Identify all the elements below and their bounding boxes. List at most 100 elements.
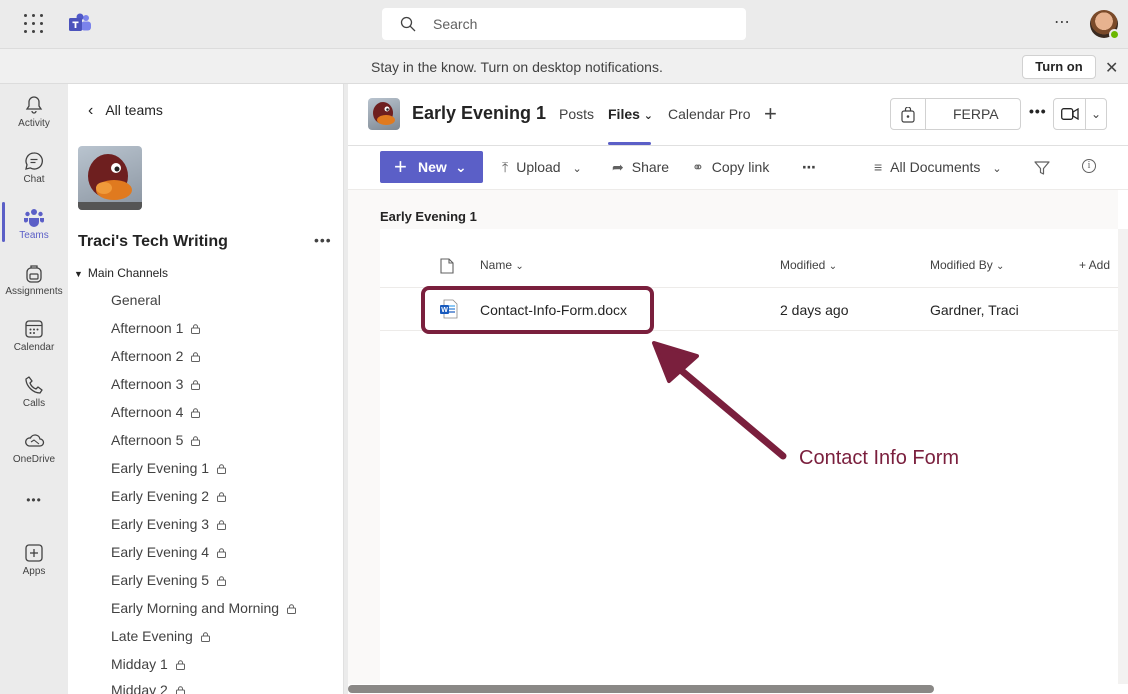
- share-icon: ➦: [612, 159, 624, 175]
- rail-item-activity[interactable]: Activity: [0, 94, 68, 129]
- all-teams-link[interactable]: ‹ All teams: [88, 102, 163, 120]
- search-input[interactable]: Search: [382, 8, 746, 40]
- lock-icon: [287, 604, 297, 614]
- team-more-options-icon[interactable]: •••: [314, 232, 332, 248]
- view-selector[interactable]: ≡ All Documents ⌄: [874, 159, 1002, 175]
- channel-item[interactable]: Midday 1: [111, 656, 185, 672]
- channel-more-icon[interactable]: •••: [1029, 103, 1047, 119]
- column-header-name[interactable]: Name ⌄: [480, 258, 524, 272]
- file-type-icon: [440, 258, 454, 274]
- channel-name: Midday 1: [111, 656, 168, 672]
- sensitivity-label-button[interactable]: FERPA: [890, 98, 1021, 130]
- lock-icon: [191, 380, 201, 390]
- channel-item[interactable]: Early Evening 4: [111, 544, 227, 560]
- add-tab-icon[interactable]: +: [764, 101, 777, 127]
- horizontal-scrollbar[interactable]: [348, 685, 934, 693]
- channel-item[interactable]: Early Evening 1: [111, 460, 227, 476]
- channel-name: Early Evening 3: [111, 516, 210, 532]
- lock-icon: [191, 352, 201, 362]
- rail-label: Calendar: [13, 342, 55, 353]
- lock-icon: [217, 464, 227, 474]
- chevron-down-icon: ⌄: [572, 163, 582, 175]
- more-apps-icon[interactable]: •••: [0, 493, 68, 507]
- meet-button[interactable]: ⌄: [1053, 98, 1107, 130]
- column-header-modified-by[interactable]: Modified By ⌄: [930, 258, 1004, 272]
- chevron-down-icon: ⌄: [828, 261, 838, 272]
- lock-icon: [191, 408, 201, 418]
- rail-item-teams[interactable]: Teams: [0, 206, 68, 241]
- copy-link-label: Copy link: [711, 159, 770, 175]
- rail-item-chat[interactable]: Chat: [0, 150, 68, 185]
- copy-link-button[interactable]: ⚭ Copy link: [692, 159, 769, 176]
- chevron-left-icon: ‹: [88, 102, 94, 119]
- channel-item[interactable]: Early Morning and Morning: [111, 600, 297, 616]
- column-header-modified[interactable]: Modified ⌄: [780, 258, 837, 272]
- rail-item-calendar[interactable]: Calendar: [0, 318, 68, 353]
- divider: [1085, 99, 1086, 129]
- column-label: Modified By: [930, 258, 993, 272]
- channel-item[interactable]: Early Evening 2: [111, 488, 227, 504]
- presence-available-icon: [1109, 29, 1120, 40]
- mascot-icon: [78, 154, 142, 210]
- rail-item-onedrive[interactable]: OneDrive: [0, 430, 68, 465]
- user-avatar[interactable]: [1090, 10, 1120, 40]
- back-label: All teams: [105, 102, 163, 118]
- app-launcher-icon[interactable]: [24, 14, 44, 34]
- ferpa-label: FERPA: [953, 106, 999, 122]
- lock-icon: [217, 576, 227, 586]
- mascot-icon: [373, 102, 395, 125]
- rail-item-assignments[interactable]: Assignments: [0, 262, 68, 297]
- teams-logo-icon: [69, 13, 91, 31]
- channel-item[interactable]: Afternoon 4: [111, 404, 201, 420]
- tab-files[interactable]: Files ⌄: [608, 106, 653, 122]
- channel-list-panel: ‹ All teams Traci's Tech Writing ••• ▼ Mai…: [68, 84, 344, 694]
- view-label: All Documents: [890, 159, 981, 175]
- vertical-scrollbar[interactable]: [1118, 229, 1128, 694]
- channel-name: Midday 2: [111, 682, 168, 694]
- add-column-button[interactable]: + Add: [1079, 258, 1110, 272]
- lock-icon: [217, 548, 227, 558]
- calendar-icon: [25, 320, 43, 338]
- more-options-icon[interactable]: ⋯: [1054, 12, 1071, 32]
- channel-item[interactable]: General: [111, 292, 161, 308]
- turn-on-button[interactable]: Turn on: [1022, 55, 1096, 79]
- channel-name: Afternoon 5: [111, 432, 184, 448]
- tab-posts[interactable]: Posts: [559, 106, 594, 122]
- lock-icon: [175, 660, 185, 670]
- channel-item[interactable]: Afternoon 3: [111, 376, 201, 392]
- teams-icon: [24, 209, 44, 227]
- divider: [925, 99, 926, 129]
- notification-banner: Stay in the know. Turn on desktop notifi…: [0, 48, 1128, 84]
- channel-name: Afternoon 1: [111, 320, 184, 336]
- rail-label: Assignments: [5, 286, 63, 297]
- channel-item[interactable]: Afternoon 5: [111, 432, 201, 448]
- rail-item-apps[interactable]: Apps: [0, 542, 68, 577]
- chevron-down-icon[interactable]: ⌄: [1091, 107, 1101, 121]
- annotation-callout: Contact Info Form: [799, 447, 960, 469]
- channel-item[interactable]: Early Evening 3: [111, 516, 227, 532]
- channel-name: Early Morning and Morning: [111, 600, 280, 616]
- channel-item[interactable]: Late Evening: [111, 628, 210, 644]
- upload-button[interactable]: ⤒ Upload ⌄: [502, 159, 582, 176]
- rail-item-calls[interactable]: Calls: [0, 374, 68, 409]
- section-label: Main Channels: [87, 266, 168, 280]
- channel-name: Early Evening 5: [111, 572, 210, 588]
- rail-label: Apps: [22, 566, 46, 577]
- channel-item[interactable]: Afternoon 2: [111, 348, 201, 364]
- divider: [348, 145, 1128, 146]
- share-button[interactable]: ➦ Share: [612, 159, 669, 176]
- new-button[interactable]: + New ⌄: [380, 151, 483, 183]
- close-icon[interactable]: ✕: [1105, 58, 1118, 78]
- channel-item[interactable]: Midday 2: [111, 682, 185, 694]
- list-view-icon: ≡: [874, 159, 883, 175]
- channel-item[interactable]: Early Evening 5: [111, 572, 227, 588]
- main-channels-section[interactable]: ▼ Main Channels: [74, 266, 168, 280]
- lock-icon: [217, 492, 227, 502]
- filter-icon[interactable]: [1034, 160, 1050, 176]
- more-commands-icon[interactable]: ⋯: [802, 159, 816, 176]
- channel-item[interactable]: Afternoon 1: [111, 320, 201, 336]
- tab-calendar-pro[interactable]: Calendar Pro: [668, 106, 751, 122]
- channel-title: Early Evening 1: [412, 103, 547, 123]
- search-icon: [400, 16, 416, 32]
- info-icon[interactable]: i: [1082, 159, 1096, 173]
